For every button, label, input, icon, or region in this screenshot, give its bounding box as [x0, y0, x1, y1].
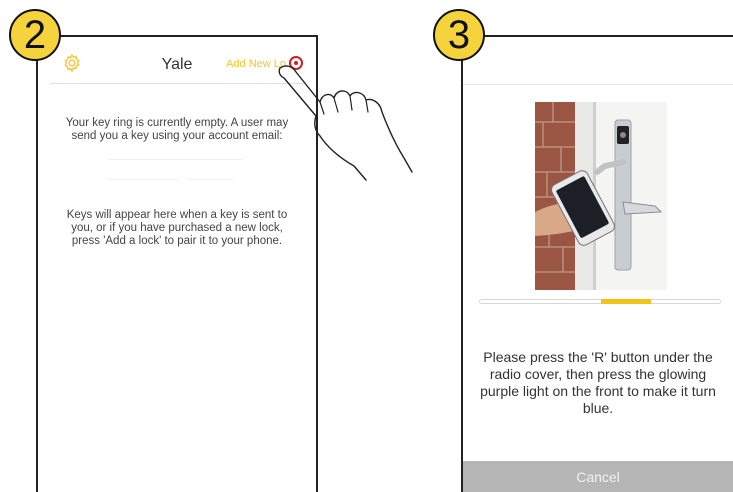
cancel-button[interactable]: Cancel [463, 461, 733, 492]
divider [108, 179, 178, 180]
pairing-instruction: Please press the 'R' button under the ra… [480, 349, 716, 416]
divider [188, 179, 233, 180]
cancel-label: Cancel [576, 469, 620, 485]
door-lock-photo [535, 102, 667, 290]
header-divider [463, 84, 733, 85]
pointing-hand-icon [278, 65, 413, 181]
step-2-badge: 2 [9, 9, 61, 61]
app-header: Yale Add New Lo [50, 47, 304, 84]
progress-indicator [601, 299, 651, 304]
step-3-number: 3 [447, 12, 471, 57]
keys-help-message: Keys will appear here when a key is sent… [66, 209, 288, 247]
progress-track [479, 299, 721, 304]
phone-screen-pairing: Please press the 'R' button under the ra… [461, 35, 733, 492]
step-2-number: 2 [23, 12, 47, 57]
empty-keyring-message: Your key ring is currently empty. A user… [65, 117, 289, 142]
divider [108, 159, 243, 160]
step-3-badge: 3 [433, 9, 485, 61]
